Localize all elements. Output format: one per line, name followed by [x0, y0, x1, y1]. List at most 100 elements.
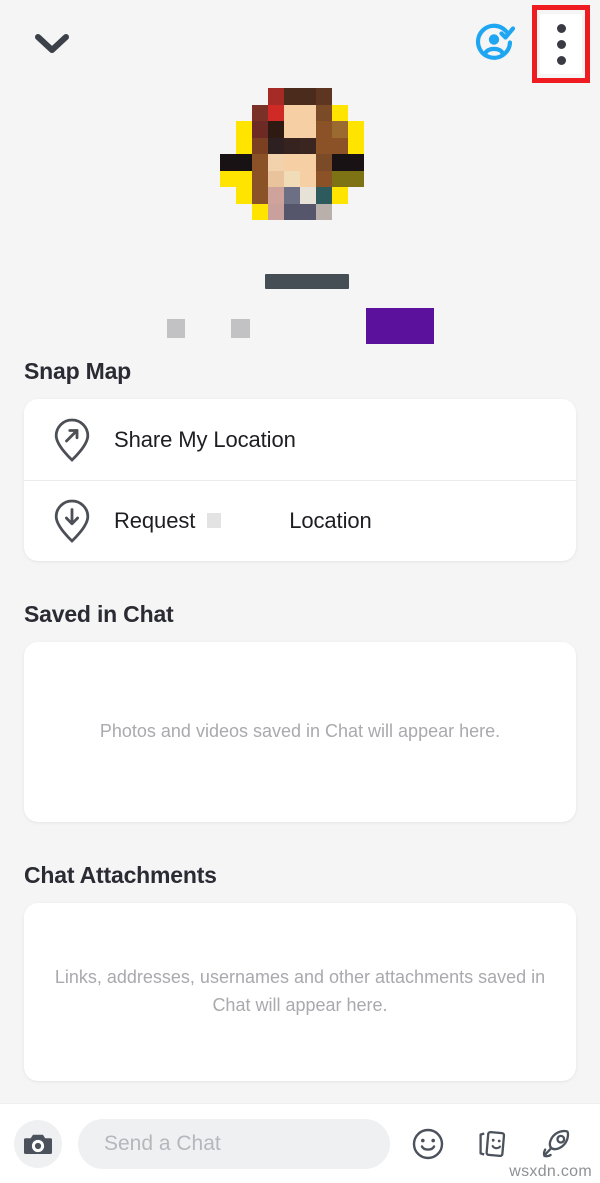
avatar-pixel — [252, 220, 268, 237]
rocket-icon — [542, 1129, 570, 1157]
request-location-row[interactable]: Request Location — [24, 480, 576, 561]
friend-verified-icon — [475, 23, 516, 60]
avatar-pixel — [220, 137, 236, 154]
friend-name-redaction — [207, 512, 222, 528]
avatar-pixel — [252, 137, 268, 154]
avatar-pixel — [332, 220, 348, 237]
avatar-pixel — [236, 121, 252, 138]
avatar-pixel — [300, 170, 316, 187]
more-options-button[interactable] — [540, 14, 582, 74]
avatar-pixel — [364, 104, 380, 121]
avatar-pixel — [252, 121, 268, 138]
avatar-pixel — [268, 187, 284, 204]
avatar-pixel — [316, 154, 332, 171]
chat-attachments-card[interactable]: Links, addresses, usernames and other at… — [24, 903, 576, 1081]
avatar-pixel — [284, 88, 300, 105]
profile-block — [0, 88, 600, 358]
avatar-pixel — [236, 154, 252, 171]
avatar-pixel — [364, 170, 380, 187]
avatar-pixel — [332, 203, 348, 220]
camera-button[interactable] — [14, 1119, 62, 1168]
emoji-icon — [412, 1128, 444, 1159]
chat-bar: wsxdn.com — [0, 1103, 600, 1183]
chat-attachments-empty-text: Links, addresses, usernames and other at… — [54, 967, 546, 1015]
request-location-label-after: Location — [289, 508, 372, 533]
site-watermark: wsxdn.com — [509, 1163, 592, 1180]
avatar-pixel — [220, 88, 236, 105]
avatar-pixel — [252, 88, 268, 105]
avatar-pixel — [236, 203, 252, 220]
avatar-pixel — [364, 137, 380, 154]
avatar-pixel — [316, 203, 332, 220]
avatar-pixel — [348, 104, 364, 121]
chat-actions — [408, 1124, 582, 1164]
share-my-location-row[interactable]: Share My Location — [24, 399, 576, 480]
stickers-button[interactable] — [472, 1124, 512, 1164]
avatar-pixel — [316, 220, 332, 237]
avatar-pixel — [220, 220, 236, 237]
rocket-button[interactable] — [536, 1124, 576, 1164]
chat-input[interactable] — [78, 1118, 390, 1169]
back-chevron-down-button[interactable] — [30, 22, 74, 66]
avatar-pixel — [236, 104, 252, 121]
avatar-pixel — [332, 170, 348, 187]
display-name-redaction — [265, 274, 349, 289]
request-location-label-before: Request — [114, 508, 196, 533]
avatar-pixel — [348, 203, 364, 220]
avatar-pixel — [364, 220, 380, 237]
share-my-location-label: Share My Location — [114, 426, 296, 452]
saved-in-chat-card[interactable]: Photos and videos saved in Chat will app… — [24, 642, 576, 822]
profile-meta-redaction — [231, 319, 250, 338]
avatar-pixel — [348, 187, 364, 204]
avatar-pixel — [316, 137, 332, 154]
avatar-pixel — [236, 220, 252, 237]
avatar-pixel — [316, 104, 332, 121]
emoji-button[interactable] — [408, 1124, 448, 1164]
avatar-pixel — [316, 121, 332, 138]
saved-in-chat-title: Saved in Chat — [24, 601, 174, 627]
avatar-pixel — [364, 154, 380, 171]
avatar-pixel — [364, 121, 380, 138]
avatar-pixel — [284, 170, 300, 187]
avatar-pixel — [348, 170, 364, 187]
avatar-pixel — [300, 154, 316, 171]
avatar-pixel — [236, 88, 252, 105]
saved-in-chat-section: Saved in Chat Photos and videos saved in… — [0, 601, 600, 822]
avatar-pixel — [268, 220, 284, 237]
pin-arrow-down-icon — [52, 498, 92, 544]
verified-friend-button[interactable] — [472, 20, 518, 66]
three-dot-menu-icon-dot — [556, 39, 566, 49]
stickers-icon — [479, 1130, 506, 1157]
avatar-pixel — [284, 121, 300, 138]
avatar-pixel — [268, 154, 284, 171]
avatar-pixel — [268, 137, 284, 154]
avatar-pixel — [284, 220, 300, 237]
avatar-pixel — [252, 104, 268, 121]
chevron-down-icon — [35, 34, 69, 53]
avatar[interactable] — [220, 88, 380, 238]
avatar-pixel — [268, 170, 284, 187]
header-bar — [0, 0, 600, 88]
avatar-pixel — [332, 137, 348, 154]
avatar-pixel — [252, 203, 268, 220]
avatar-pixel — [236, 137, 252, 154]
chat-attachments-section: Chat Attachments Links, addresses, usern… — [0, 862, 600, 1081]
avatar-pixel — [284, 104, 300, 121]
settings-scroll-area[interactable]: Snap Map Share My Location Request Locat… — [0, 88, 600, 1103]
avatar-pixel — [284, 137, 300, 154]
avatar-pixel — [300, 187, 316, 204]
avatar-pixel — [348, 220, 364, 237]
chat-attachments-title: Chat Attachments — [24, 862, 217, 888]
avatar-pixel — [284, 154, 300, 171]
profile-badge-redaction — [366, 308, 434, 344]
avatar-pixel — [348, 137, 364, 154]
avatar-pixel — [220, 121, 236, 138]
avatar-pixel — [220, 154, 236, 171]
saved-in-chat-empty-text: Photos and videos saved in Chat will app… — [99, 721, 501, 742]
avatar-pixel — [300, 88, 316, 105]
avatar-pixel — [300, 104, 316, 121]
avatar-pixel — [332, 187, 348, 204]
avatar-pixel — [220, 170, 236, 187]
